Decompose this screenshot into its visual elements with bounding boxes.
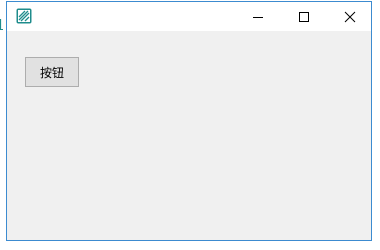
app-icon xyxy=(16,8,32,24)
close-button[interactable] xyxy=(327,2,373,31)
client-area: 按钮 xyxy=(7,31,371,240)
app-window: 按钮 xyxy=(6,1,372,241)
minimize-icon xyxy=(253,16,263,18)
maximize-icon xyxy=(299,11,309,22)
primary-button[interactable]: 按钮 xyxy=(25,57,79,87)
title-bar[interactable] xyxy=(7,2,371,31)
close-icon xyxy=(344,11,356,22)
maximize-button[interactable] xyxy=(281,2,327,31)
edge-mark-icon xyxy=(0,19,3,30)
minimize-button[interactable] xyxy=(235,2,281,31)
